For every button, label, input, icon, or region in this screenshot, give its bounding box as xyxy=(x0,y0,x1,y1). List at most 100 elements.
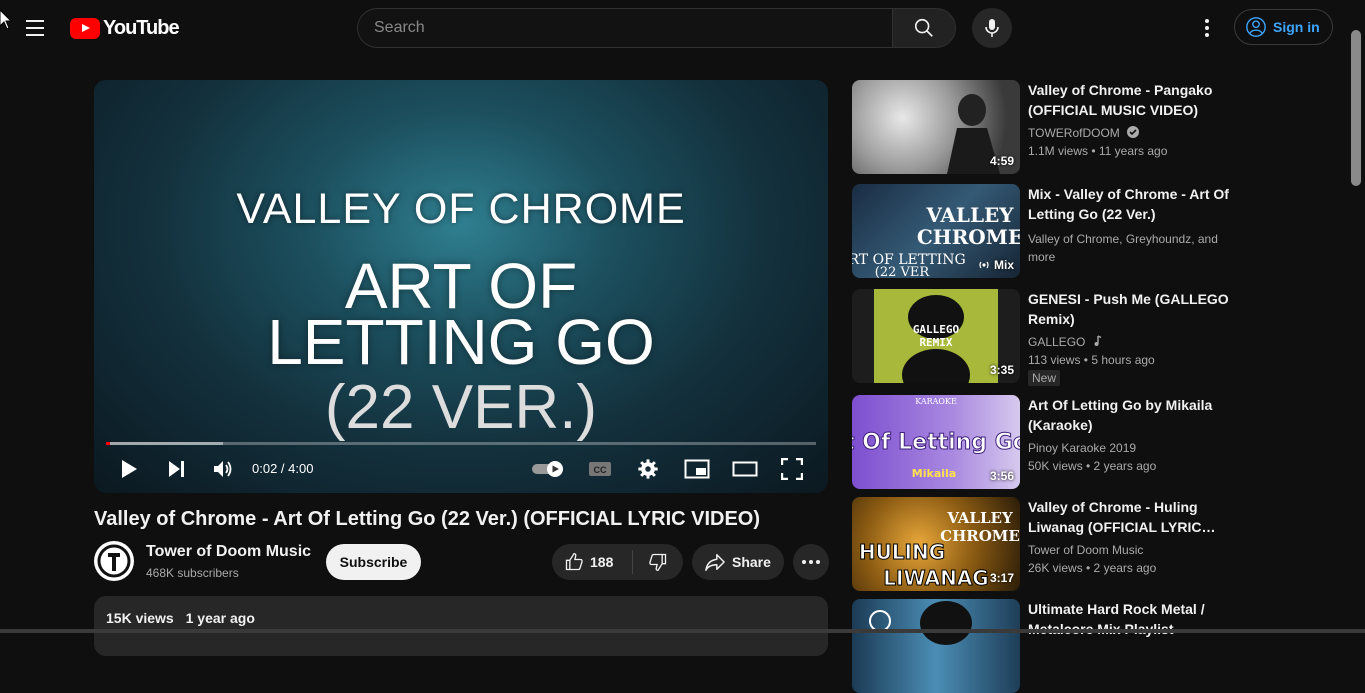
karaoke-thumb-sub: Mikaila xyxy=(912,467,956,480)
thumbs-up-icon xyxy=(565,552,583,571)
recommended-title: Ultimate Hard Rock Metal / Metalcore Mix… xyxy=(1028,601,1205,637)
recommended-title: Valley of Chrome - Pangako (OFFICIAL MUS… xyxy=(1028,82,1213,118)
svg-text:GALLEGO: GALLEGO xyxy=(913,323,960,336)
recommended-video[interactable]: VALLEY CHROME HULING LIWANAG 3:17 Valley… xyxy=(852,497,1232,591)
like-dislike-group: 188 xyxy=(552,544,683,580)
mouse-cursor-icon xyxy=(0,10,12,30)
theater-mode-button[interactable] xyxy=(730,456,760,482)
settings-button[interactable] xyxy=(634,456,662,482)
recommended-stats: 26K views • 2 years ago xyxy=(1028,561,1157,575)
svg-text:VALLEY: VALLEY xyxy=(946,509,1013,527)
gear-icon xyxy=(638,459,658,479)
search-input[interactable] xyxy=(357,8,892,48)
subtitles-button[interactable]: CC xyxy=(586,456,614,482)
recommended-channel: TOWERofDOOM xyxy=(1028,124,1232,142)
share-icon xyxy=(705,554,725,571)
channel-label: TOWERofDOOM xyxy=(1028,126,1120,140)
play-button[interactable] xyxy=(116,456,142,482)
share-button[interactable]: Share xyxy=(692,544,784,580)
mix-label: Mix xyxy=(993,258,1014,272)
page-scrollbar[interactable] xyxy=(1351,30,1361,186)
thumbs-down-icon xyxy=(649,553,667,572)
video-thumbnail[interactable]: GALLEGO REMIX 3:35 xyxy=(852,289,1020,383)
channel-avatar[interactable] xyxy=(94,541,134,581)
youtube-logo[interactable]: YouTube xyxy=(70,17,180,40)
hamburger-icon xyxy=(26,20,44,22)
video-thumbnail[interactable]: KARAOKE Art Of Letting Go Mikaila 3:56 xyxy=(852,395,1020,489)
video-duration: 3:17 xyxy=(989,571,1014,585)
recommended-title: Mix - Valley of Chrome - Art Of Letting … xyxy=(1028,186,1229,222)
video-overlay-artist: VALLEY OF CHROME xyxy=(236,185,686,233)
dot xyxy=(809,560,813,564)
recommended-video[interactable]: 4:59 Valley of Chrome - Pangako (OFFICIA… xyxy=(852,80,1232,174)
new-badge: New xyxy=(1028,370,1061,386)
fullscreen-button[interactable] xyxy=(778,456,806,482)
autoplay-toggle-icon xyxy=(532,461,563,477)
settings-more-button[interactable] xyxy=(1192,12,1222,44)
recommended-channel: Pinoy Karaoke 2019 xyxy=(1028,441,1137,455)
volume-button[interactable] xyxy=(210,456,236,482)
video-thumbnail[interactable]: VALLEY CHROME ART OF LETTING (22 VER Mix xyxy=(852,184,1020,278)
fullscreen-icon xyxy=(781,458,803,480)
video-thumbnail[interactable]: VALLEY CHROME HULING LIWANAG 3:17 xyxy=(852,497,1020,591)
music-note-icon xyxy=(1094,335,1102,346)
subscribe-button[interactable]: Subscribe xyxy=(326,544,421,580)
search-button[interactable] xyxy=(892,8,956,48)
voice-search-button[interactable] xyxy=(972,8,1012,48)
svg-text:CC: CC xyxy=(594,465,607,475)
recommended-video[interactable]: KARAOKE Art Of Letting Go Mikaila 3:56 A… xyxy=(852,395,1232,489)
video-thumbnail[interactable]: 4:59 xyxy=(852,80,1020,174)
playlist-artwork-icon xyxy=(869,601,972,645)
progress-bar[interactable] xyxy=(106,442,816,445)
closed-captions-icon: CC xyxy=(589,462,611,476)
youtube-play-logo-icon xyxy=(70,18,100,39)
recommended-channel: Valley of Chrome, Greyhoundz, and more xyxy=(1028,232,1218,264)
svg-text:(22 VER: (22 VER xyxy=(875,265,931,278)
mix-badge: Mix xyxy=(977,258,1014,272)
description-box[interactable]: 15K views 1 year ago xyxy=(94,596,828,656)
progress-loaded xyxy=(106,442,224,445)
recommended-stats: 1.1M views • 11 years ago xyxy=(1028,144,1168,158)
skip-next-icon xyxy=(169,461,184,477)
sign-in-label: Sign in xyxy=(1273,19,1320,35)
video-title: Valley of Chrome - Art Of Letting Go (22… xyxy=(94,508,761,530)
recommended-video[interactable]: GALLEGO REMIX 3:35 GENESI - Push Me (GAL… xyxy=(852,289,1232,386)
share-label: Share xyxy=(732,554,771,570)
recommended-channel: Tower of Doom Music xyxy=(1028,543,1144,557)
channel-name[interactable]: Tower of Doom Music xyxy=(146,543,311,561)
svg-text:CHROME: CHROME xyxy=(940,527,1020,545)
upload-age: 1 year ago xyxy=(185,610,255,626)
sign-in-button[interactable]: Sign in xyxy=(1234,9,1333,45)
like-count: 188 xyxy=(590,554,614,570)
video-duration: 3:56 xyxy=(989,469,1014,483)
dot xyxy=(1205,26,1209,30)
like-button[interactable]: 188 xyxy=(552,544,632,580)
recommended-channel: GALLEGO xyxy=(1028,333,1232,351)
more-actions-button[interactable] xyxy=(793,544,829,580)
logo-text: YouTube xyxy=(103,17,180,39)
channel-label: GALLEGO xyxy=(1028,335,1086,349)
hamburger-line xyxy=(26,34,44,36)
video-player[interactable]: VALLEY OF CHROME ART OF LETTING GO (22 V… xyxy=(94,80,828,493)
miniplayer-icon xyxy=(684,459,710,479)
video-overlay-title: ART OF LETTING GO xyxy=(94,254,828,374)
video-thumbnail[interactable] xyxy=(852,599,1020,693)
svg-text:REMIX: REMIX xyxy=(919,336,952,349)
video-overlay-version: (22 VER.) xyxy=(324,373,598,442)
progress-played xyxy=(106,442,110,445)
volume-icon xyxy=(214,461,232,477)
svg-text:VALLEY: VALLEY xyxy=(925,203,1014,227)
dot xyxy=(816,560,820,564)
autoplay-toggle[interactable] xyxy=(530,456,566,482)
theater-mode-icon xyxy=(732,461,758,477)
svg-text:HULING: HULING xyxy=(859,540,945,564)
account-circle-icon xyxy=(1246,17,1266,37)
time-display: 0:02 / 4:00 xyxy=(252,461,314,476)
dislike-button[interactable] xyxy=(633,544,683,580)
recommended-mix[interactable]: VALLEY CHROME ART OF LETTING (22 VER Mix… xyxy=(852,184,1232,278)
recommended-playlist[interactable]: Ultimate Hard Rock Metal / Metalcore Mix… xyxy=(852,599,1232,693)
miniplayer-button[interactable] xyxy=(682,456,712,482)
next-button[interactable] xyxy=(164,456,190,482)
menu-button[interactable] xyxy=(20,14,50,42)
svg-text:LIWANAG: LIWANAG xyxy=(883,566,988,590)
